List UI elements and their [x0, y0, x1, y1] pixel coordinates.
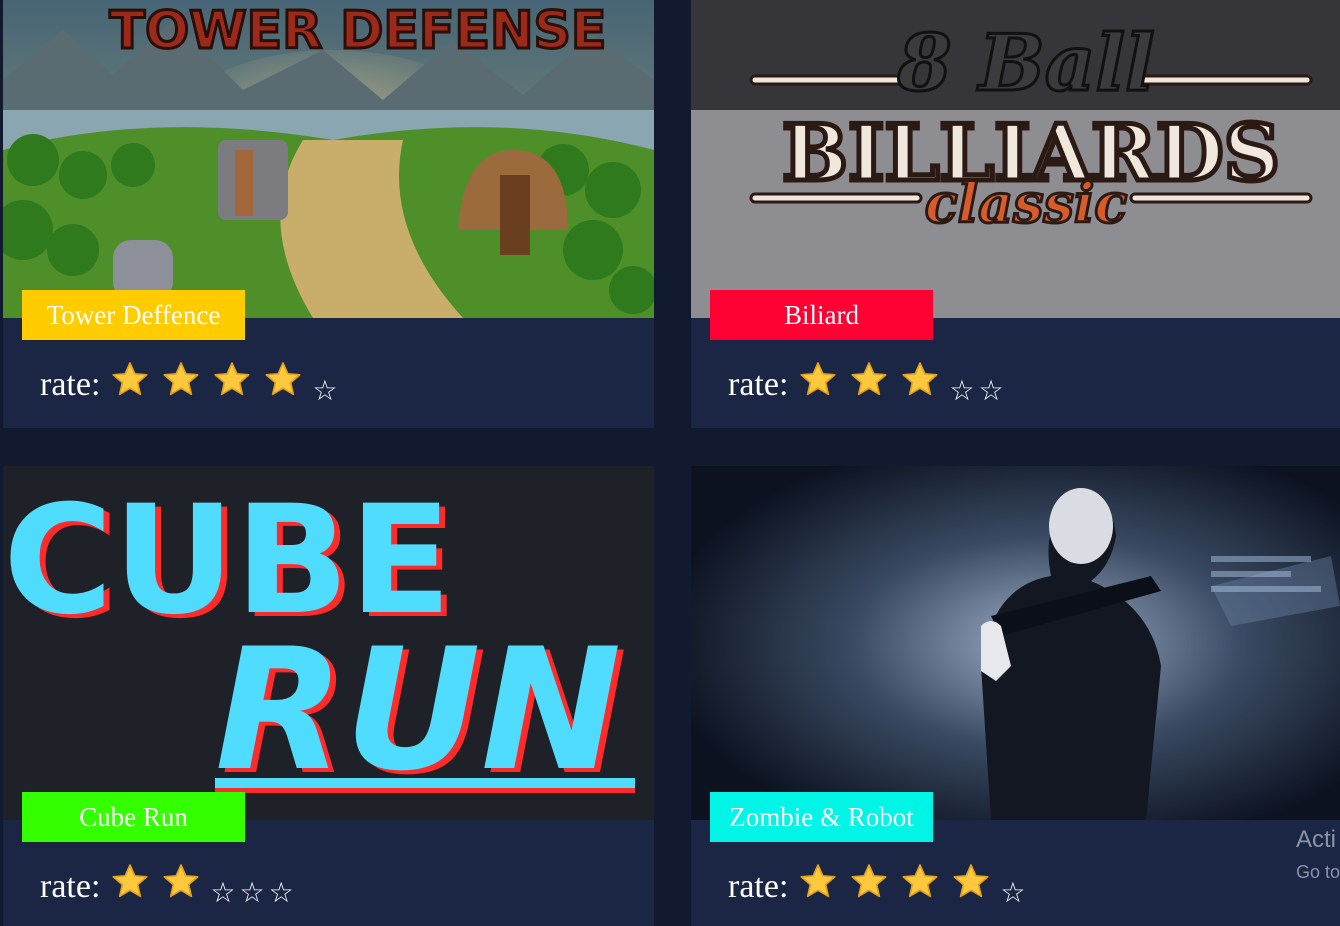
- star-rating: ☆: [108, 360, 341, 409]
- star-empty-icon: ☆: [978, 374, 1004, 407]
- rate-label: rate:: [40, 867, 101, 905]
- rate-label: rate:: [728, 867, 789, 905]
- game-card-zombie-robot[interactable]: Zombie & Robot rate: ☆: [691, 466, 1340, 926]
- billiards-classic-text: classic: [925, 171, 1128, 235]
- star-rating: ☆ ☆: [796, 360, 1007, 409]
- star-filled-icon: [851, 864, 887, 898]
- star-filled-icon: [163, 864, 199, 898]
- star-empty-icon: ☆: [210, 876, 236, 909]
- star-filled-icon: [112, 362, 148, 396]
- star-filled-icon: [214, 362, 250, 396]
- game-thumbnail[interactable]: [691, 466, 1340, 820]
- game-thumbnail[interactable]: 8 Ball BILLIARDS classic: [691, 0, 1340, 318]
- billiards-art: 8 Ball BILLIARDS classic: [691, 0, 1340, 318]
- game-title: Tower Deffence: [46, 299, 221, 330]
- star-filled-icon: [953, 864, 989, 898]
- game-title-tag[interactable]: Tower Deffence: [22, 290, 245, 340]
- star-rating: ☆: [796, 862, 1029, 911]
- star-empty-icon: ☆: [949, 374, 975, 407]
- tower-defense-art: TOWER DEFENSE: [3, 0, 654, 318]
- game-title-tag[interactable]: Cube Run: [22, 792, 245, 842]
- zombie-robot-art: [691, 466, 1340, 820]
- activation-watermark: Acti Go to: [1296, 826, 1340, 883]
- rating-row: rate: ☆: [40, 360, 342, 409]
- star-empty-icon: ☆: [239, 876, 265, 909]
- game-title-tag[interactable]: Zombie & Robot: [710, 792, 933, 842]
- star-filled-icon: [902, 864, 938, 898]
- star-rating: ☆ ☆ ☆: [108, 862, 297, 911]
- game-title: Biliard: [784, 299, 859, 330]
- game-title: Zombie & Robot: [729, 801, 914, 832]
- game-thumbnail[interactable]: CUBE CUBE RUN RUN: [3, 466, 654, 820]
- cube-run-art: CUBE CUBE RUN RUN: [3, 466, 654, 820]
- game-thumbnail[interactable]: TOWER DEFENSE: [3, 0, 654, 318]
- star-empty-icon: ☆: [312, 374, 338, 407]
- watermark-line-2: Go to: [1295, 862, 1340, 882]
- star-filled-icon: [902, 362, 938, 396]
- watermark-line-1: Acti: [1295, 826, 1336, 853]
- rate-label: rate:: [40, 365, 101, 403]
- rate-label: rate:: [728, 365, 789, 403]
- star-empty-icon: ☆: [268, 876, 294, 909]
- rating-row: rate: ☆ ☆: [728, 360, 1008, 409]
- tower-defense-logo-text: TOWER DEFENSE: [110, 1, 607, 61]
- billiards-8ball-text: 8 Ball: [896, 18, 1154, 109]
- star-filled-icon: [800, 864, 836, 898]
- game-title-tag[interactable]: Biliard: [710, 290, 933, 340]
- star-filled-icon: [800, 362, 836, 396]
- rating-row: rate: ☆: [728, 862, 1030, 911]
- rating-row: rate: ☆ ☆ ☆: [40, 862, 298, 911]
- star-filled-icon: [163, 362, 199, 396]
- game-card-tower-defence[interactable]: TOWER DEFENSE Tower Deffence rate: ☆: [3, 0, 654, 428]
- game-title: Cube Run: [79, 801, 188, 832]
- game-card-biliard[interactable]: 8 Ball BILLIARDS classic Biliard rate: ☆…: [691, 0, 1340, 428]
- star-empty-icon: ☆: [1000, 876, 1026, 909]
- star-filled-icon: [851, 362, 887, 396]
- star-filled-icon: [265, 362, 301, 396]
- game-card-cube-run[interactable]: CUBE CUBE RUN RUN Cube Run rate: ☆ ☆ ☆: [3, 466, 654, 926]
- star-filled-icon: [112, 864, 148, 898]
